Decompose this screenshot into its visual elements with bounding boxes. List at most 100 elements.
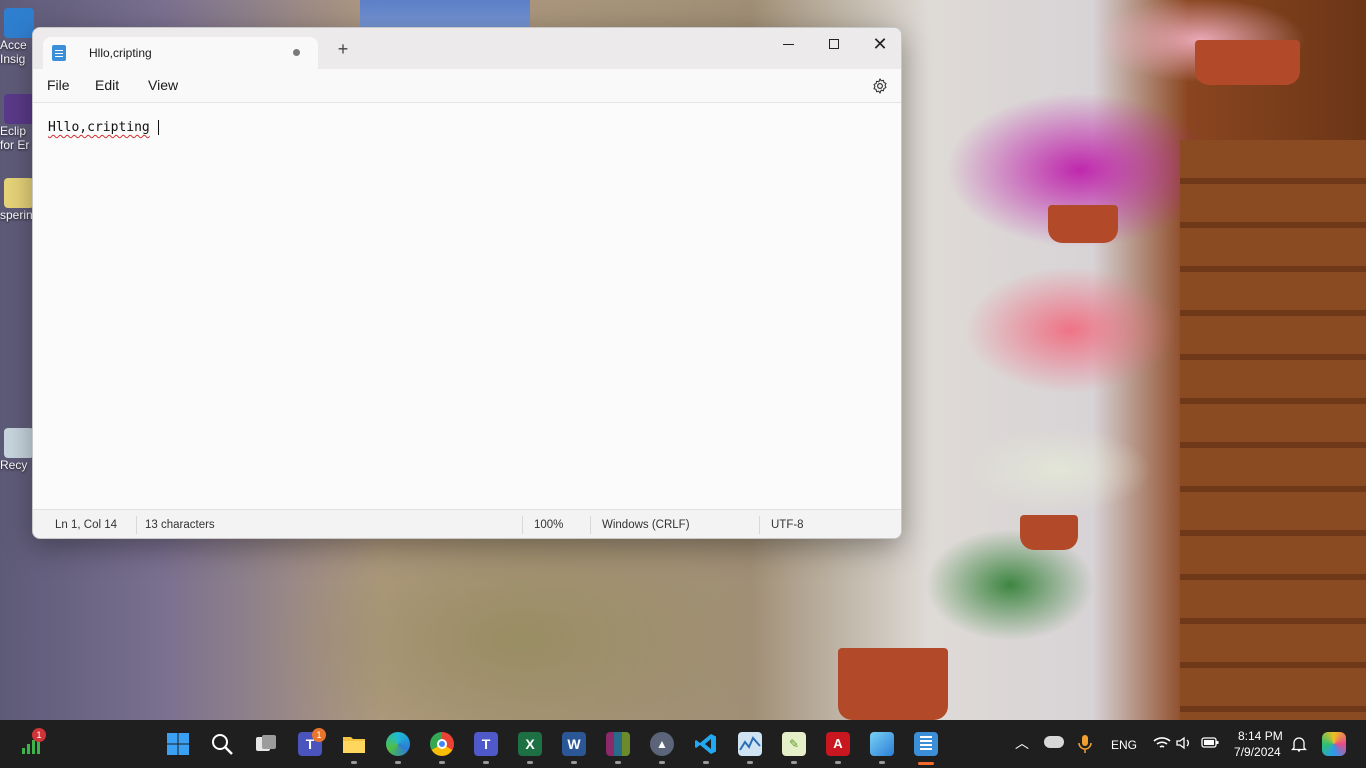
onedrive-cloud-icon[interactable] — [1044, 736, 1064, 748]
zoom-level[interactable]: 100% — [534, 519, 563, 531]
windows-logo-icon — [167, 733, 189, 755]
resource-monitor-button[interactable] — [738, 732, 762, 756]
start-button[interactable] — [166, 732, 190, 756]
running-indicator — [571, 761, 577, 764]
recycle-bin-icon — [4, 428, 34, 458]
desktop-icon[interactable]: sperin — [0, 178, 34, 222]
vpn-button[interactable]: ▲ — [650, 732, 674, 756]
winrar-button[interactable] — [606, 732, 630, 756]
clock-date[interactable]: 7/9/2024 — [1234, 745, 1281, 759]
language-indicator[interactable]: ENG — [1111, 738, 1137, 752]
running-indicator — [351, 761, 357, 764]
line-ending[interactable]: Windows (CRLF) — [602, 519, 690, 531]
new-tab-button[interactable]: + — [333, 40, 353, 60]
edge-button[interactable] — [386, 732, 410, 756]
microphone-icon[interactable] — [1078, 734, 1092, 754]
running-indicator — [791, 761, 797, 764]
running-indicator — [527, 761, 533, 764]
running-indicator — [395, 761, 401, 764]
running-indicator — [879, 761, 885, 764]
unsaved-indicator-icon[interactable] — [293, 49, 300, 56]
performance-graph-icon — [739, 736, 761, 751]
desktop-icon[interactable]: Eclip for Er — [0, 94, 34, 152]
folder-icon — [343, 737, 365, 753]
copilot-icon[interactable] — [1322, 732, 1346, 756]
status-divider — [136, 516, 137, 534]
running-indicator — [439, 761, 445, 764]
vpn-icon: ▲ — [656, 737, 668, 751]
status-divider — [590, 516, 591, 534]
status-divider — [759, 516, 760, 534]
document-tab[interactable]: Hllo,cripting — [43, 37, 318, 69]
desktop-icon-label: Recy — [0, 458, 28, 472]
wallpaper-pot — [1195, 40, 1300, 85]
volume-icon[interactable] — [1176, 736, 1192, 750]
running-indicator — [615, 761, 621, 764]
vscode-button[interactable] — [694, 732, 718, 756]
text-caret — [158, 120, 159, 135]
wallpaper-pot — [1048, 205, 1118, 243]
wallpaper-sky — [360, 0, 530, 30]
active-indicator — [918, 762, 934, 765]
running-indicator — [747, 761, 753, 764]
accessibility-insights-icon — [4, 8, 34, 38]
wallpaper-pot — [838, 648, 948, 720]
notepad-plus-button[interactable]: ✎ — [782, 732, 806, 756]
search-button[interactable] — [210, 732, 234, 756]
show-hidden-icons-chevron-icon[interactable]: ︿ — [1015, 733, 1029, 753]
desktop-icon-label: Eclip for Er — [0, 124, 30, 152]
chrome-button[interactable] — [430, 732, 454, 756]
close-button[interactable]: ✕ — [857, 28, 901, 60]
excel-icon: X — [525, 736, 535, 752]
taskbar: 1 T 1 T X W ▲ ✎ A ︿ ENG 8:14 PM 7/9/2024 — [0, 720, 1366, 768]
tab-title: Hllo,cripting — [89, 46, 152, 60]
running-indicator — [835, 761, 841, 764]
notification-badge: 1 — [32, 728, 46, 742]
clock-time[interactable]: 8:14 PM — [1238, 729, 1283, 743]
settings-gear-icon[interactable] — [871, 77, 889, 95]
running-indicator — [483, 761, 489, 764]
minimize-button[interactable] — [765, 28, 811, 60]
battery-icon[interactable] — [1201, 736, 1219, 748]
title-bar[interactable]: Hllo,cripting + ✕ — [33, 28, 901, 69]
menu-view[interactable]: View — [148, 77, 178, 93]
notepad-icon — [920, 736, 932, 752]
running-indicator — [703, 761, 709, 764]
status-bar: Ln 1, Col 14 13 characters 100% Windows … — [33, 509, 901, 538]
desktop-icon[interactable]: Recy — [0, 428, 34, 472]
encoding[interactable]: UTF-8 — [771, 519, 804, 531]
cursor-position: Ln 1, Col 14 — [55, 519, 118, 531]
maximize-button[interactable] — [811, 28, 857, 60]
edge-icon — [386, 732, 410, 756]
notepad-taskbar-button[interactable] — [914, 732, 938, 756]
notepad-icon — [52, 45, 66, 61]
editor-content: Hllo,cripting — [48, 120, 150, 135]
task-view-button[interactable] — [254, 732, 278, 756]
photos-button[interactable] — [870, 732, 894, 756]
minimize-icon — [782, 43, 794, 45]
word-icon: W — [567, 736, 581, 752]
word-button[interactable]: W — [562, 732, 586, 756]
notification-bell-icon[interactable] — [1291, 736, 1307, 752]
excel-button[interactable]: X — [518, 732, 542, 756]
file-explorer-button[interactable] — [342, 732, 366, 756]
task-view-icon — [256, 735, 276, 751]
close-icon: ✕ — [872, 34, 888, 54]
desktop-icon[interactable]: Acce Insig — [0, 8, 34, 66]
wifi-icon[interactable] — [1153, 736, 1171, 750]
menu-edit[interactable]: Edit — [95, 77, 119, 93]
desktop-icon-label: Acce Insig — [0, 38, 27, 66]
acrobat-icon: A — [833, 736, 843, 751]
maximize-icon — [829, 39, 839, 49]
chrome-icon — [437, 739, 447, 749]
character-count: 13 characters — [145, 519, 215, 531]
teams-button[interactable]: T — [474, 732, 498, 756]
eclipse-icon — [4, 94, 34, 124]
notification-badge: 1 — [312, 728, 326, 742]
text-editor[interactable]: Hllo,cripting — [33, 102, 901, 509]
notepad-plus-icon: ✎ — [788, 737, 800, 751]
menu-file[interactable]: File — [47, 77, 70, 93]
acrobat-button[interactable]: A — [826, 732, 850, 756]
photos-icon — [870, 732, 894, 756]
status-divider — [522, 516, 523, 534]
